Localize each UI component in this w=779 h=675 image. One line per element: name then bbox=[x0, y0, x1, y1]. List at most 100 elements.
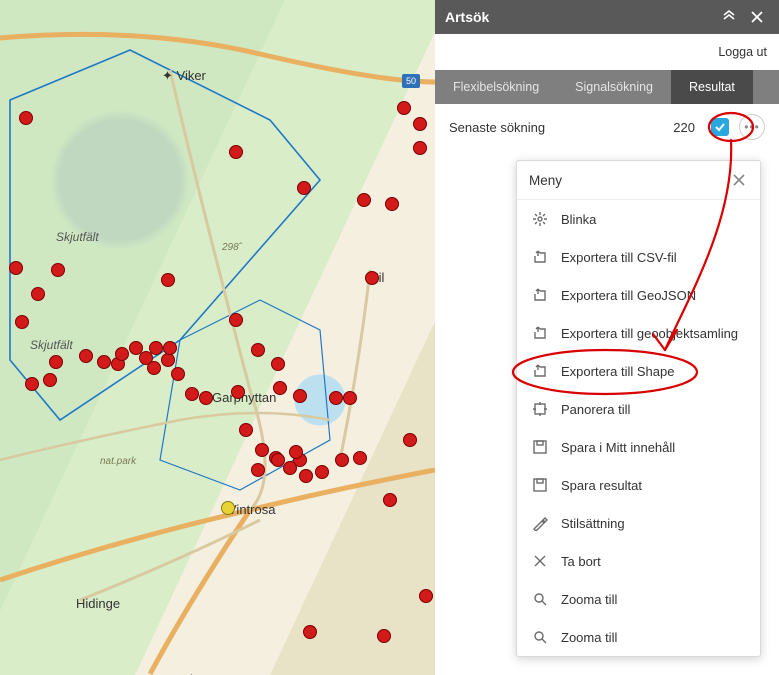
road-badge: 50 bbox=[402, 74, 420, 88]
map-roads bbox=[0, 0, 435, 675]
result-point[interactable] bbox=[303, 625, 317, 639]
result-point[interactable] bbox=[353, 451, 367, 465]
menu-item-label: Spara resultat bbox=[561, 478, 642, 493]
result-point[interactable] bbox=[147, 361, 161, 375]
result-point[interactable] bbox=[231, 385, 245, 399]
save-icon bbox=[531, 476, 549, 494]
result-point[interactable] bbox=[377, 629, 391, 643]
menu-item-label: Exportera till GeoJSON bbox=[561, 288, 696, 303]
result-point[interactable] bbox=[357, 193, 371, 207]
menu-item-exportera-till-geojson[interactable]: Exportera till GeoJSON bbox=[517, 276, 760, 314]
menu-item-label: Exportera till CSV-fil bbox=[561, 250, 677, 265]
pan-icon bbox=[531, 400, 549, 418]
result-title: Senaste sökning bbox=[449, 120, 663, 135]
result-point[interactable] bbox=[403, 433, 417, 447]
result-point[interactable] bbox=[289, 445, 303, 459]
menu-item-label: Zooma till bbox=[561, 630, 617, 645]
result-point[interactable] bbox=[419, 589, 433, 603]
result-point[interactable] bbox=[383, 493, 397, 507]
menu-item-exportera-till-shape[interactable]: Exportera till Shape bbox=[517, 352, 760, 390]
close-icon[interactable] bbox=[745, 5, 769, 29]
menu-item-blinka[interactable]: Blinka bbox=[517, 200, 760, 238]
panel-title: Artsök bbox=[445, 9, 713, 25]
panel-header: Artsök bbox=[435, 0, 779, 34]
result-point[interactable] bbox=[25, 377, 39, 391]
result-point[interactable] bbox=[413, 141, 427, 155]
menu-title: Meny bbox=[529, 173, 730, 188]
result-point[interactable] bbox=[255, 443, 269, 457]
collapse-icon[interactable] bbox=[717, 5, 741, 29]
result-point[interactable] bbox=[251, 463, 265, 477]
menu-item-label: Stilsättning bbox=[561, 516, 625, 531]
menu-item-ta-bort[interactable]: Ta bort bbox=[517, 542, 760, 580]
result-point[interactable] bbox=[115, 347, 129, 361]
result-point[interactable] bbox=[161, 353, 175, 367]
menu-item-spara-i-mitt-inneh-ll[interactable]: Spara i Mitt innehåll bbox=[517, 428, 760, 466]
result-point[interactable] bbox=[413, 117, 427, 131]
tab-flexi[interactable]: Flexibelsökning bbox=[435, 70, 557, 104]
result-point[interactable] bbox=[49, 355, 63, 369]
result-point[interactable] bbox=[97, 355, 111, 369]
result-point[interactable] bbox=[161, 273, 175, 287]
search-panel: Artsök Logga ut FlexibelsökningSignalsök… bbox=[435, 0, 779, 675]
result-point[interactable] bbox=[229, 145, 243, 159]
result-count: 220 bbox=[673, 120, 695, 135]
menu-item-stils-ttning[interactable]: Stilsättning bbox=[517, 504, 760, 542]
menu-item-zooma-till[interactable]: Zooma till bbox=[517, 580, 760, 618]
result-point[interactable] bbox=[19, 111, 33, 125]
result-point[interactable] bbox=[163, 341, 177, 355]
result-point[interactable] bbox=[171, 367, 185, 381]
context-menu: Meny Blinka Exportera till CSV-fil Exporte… bbox=[516, 160, 761, 657]
result-point[interactable] bbox=[283, 461, 297, 475]
menu-item-label: Ta bort bbox=[561, 554, 601, 569]
delete-icon bbox=[531, 552, 549, 570]
result-point[interactable] bbox=[271, 453, 285, 467]
menu-item-zooma-till[interactable]: Zooma till bbox=[517, 618, 760, 656]
result-point[interactable] bbox=[79, 349, 93, 363]
result-visible-checkbox[interactable] bbox=[711, 118, 729, 136]
result-point[interactable] bbox=[51, 263, 65, 277]
result-point[interactable] bbox=[251, 343, 265, 357]
result-point-highlight[interactable] bbox=[221, 501, 235, 515]
result-point[interactable] bbox=[149, 341, 163, 355]
result-point[interactable] bbox=[229, 313, 243, 327]
menu-item-label: Exportera till Shape bbox=[561, 364, 674, 379]
menu-item-label: Blinka bbox=[561, 212, 596, 227]
result-point[interactable] bbox=[297, 181, 311, 195]
map-canvas[interactable]: ✦ VikerSkjutfältSkjutfält298ˆKilnat.park… bbox=[0, 0, 435, 675]
result-point[interactable] bbox=[9, 261, 23, 275]
export-icon bbox=[531, 362, 549, 380]
style-icon bbox=[531, 514, 549, 532]
result-point[interactable] bbox=[185, 387, 199, 401]
result-point[interactable] bbox=[343, 391, 357, 405]
menu-item-spara-resultat[interactable]: Spara resultat bbox=[517, 466, 760, 504]
menu-item-exportera-till-csv-fil[interactable]: Exportera till CSV-fil bbox=[517, 238, 760, 276]
result-point[interactable] bbox=[397, 101, 411, 115]
result-point[interactable] bbox=[299, 469, 313, 483]
result-point[interactable] bbox=[239, 423, 253, 437]
zoom-icon bbox=[531, 628, 549, 646]
result-point[interactable] bbox=[365, 271, 379, 285]
tab-signal[interactable]: Signalsökning bbox=[557, 70, 671, 104]
blink-icon bbox=[531, 210, 549, 228]
result-point[interactable] bbox=[15, 315, 29, 329]
tab-result[interactable]: Resultat bbox=[671, 70, 753, 104]
menu-item-label: Zooma till bbox=[561, 592, 617, 607]
result-point[interactable] bbox=[273, 381, 287, 395]
result-point[interactable] bbox=[385, 197, 399, 211]
result-point[interactable] bbox=[271, 357, 285, 371]
result-point[interactable] bbox=[335, 453, 349, 467]
logout-link[interactable]: Logga ut bbox=[718, 45, 767, 59]
result-point[interactable] bbox=[199, 391, 213, 405]
more-button[interactable]: ••• bbox=[739, 114, 765, 140]
result-point[interactable] bbox=[293, 389, 307, 403]
save-icon bbox=[531, 438, 549, 456]
result-point[interactable] bbox=[329, 391, 343, 405]
result-point[interactable] bbox=[31, 287, 45, 301]
result-point[interactable] bbox=[43, 373, 57, 387]
menu-close-icon[interactable] bbox=[730, 171, 748, 189]
tabs: FlexibelsökningSignalsökningResultat bbox=[435, 70, 779, 104]
result-point[interactable] bbox=[315, 465, 329, 479]
menu-item-exportera-till-geoobjektsamling[interactable]: Exportera till geoobjektsamling bbox=[517, 314, 760, 352]
menu-item-panorera-till[interactable]: Panorera till bbox=[517, 390, 760, 428]
